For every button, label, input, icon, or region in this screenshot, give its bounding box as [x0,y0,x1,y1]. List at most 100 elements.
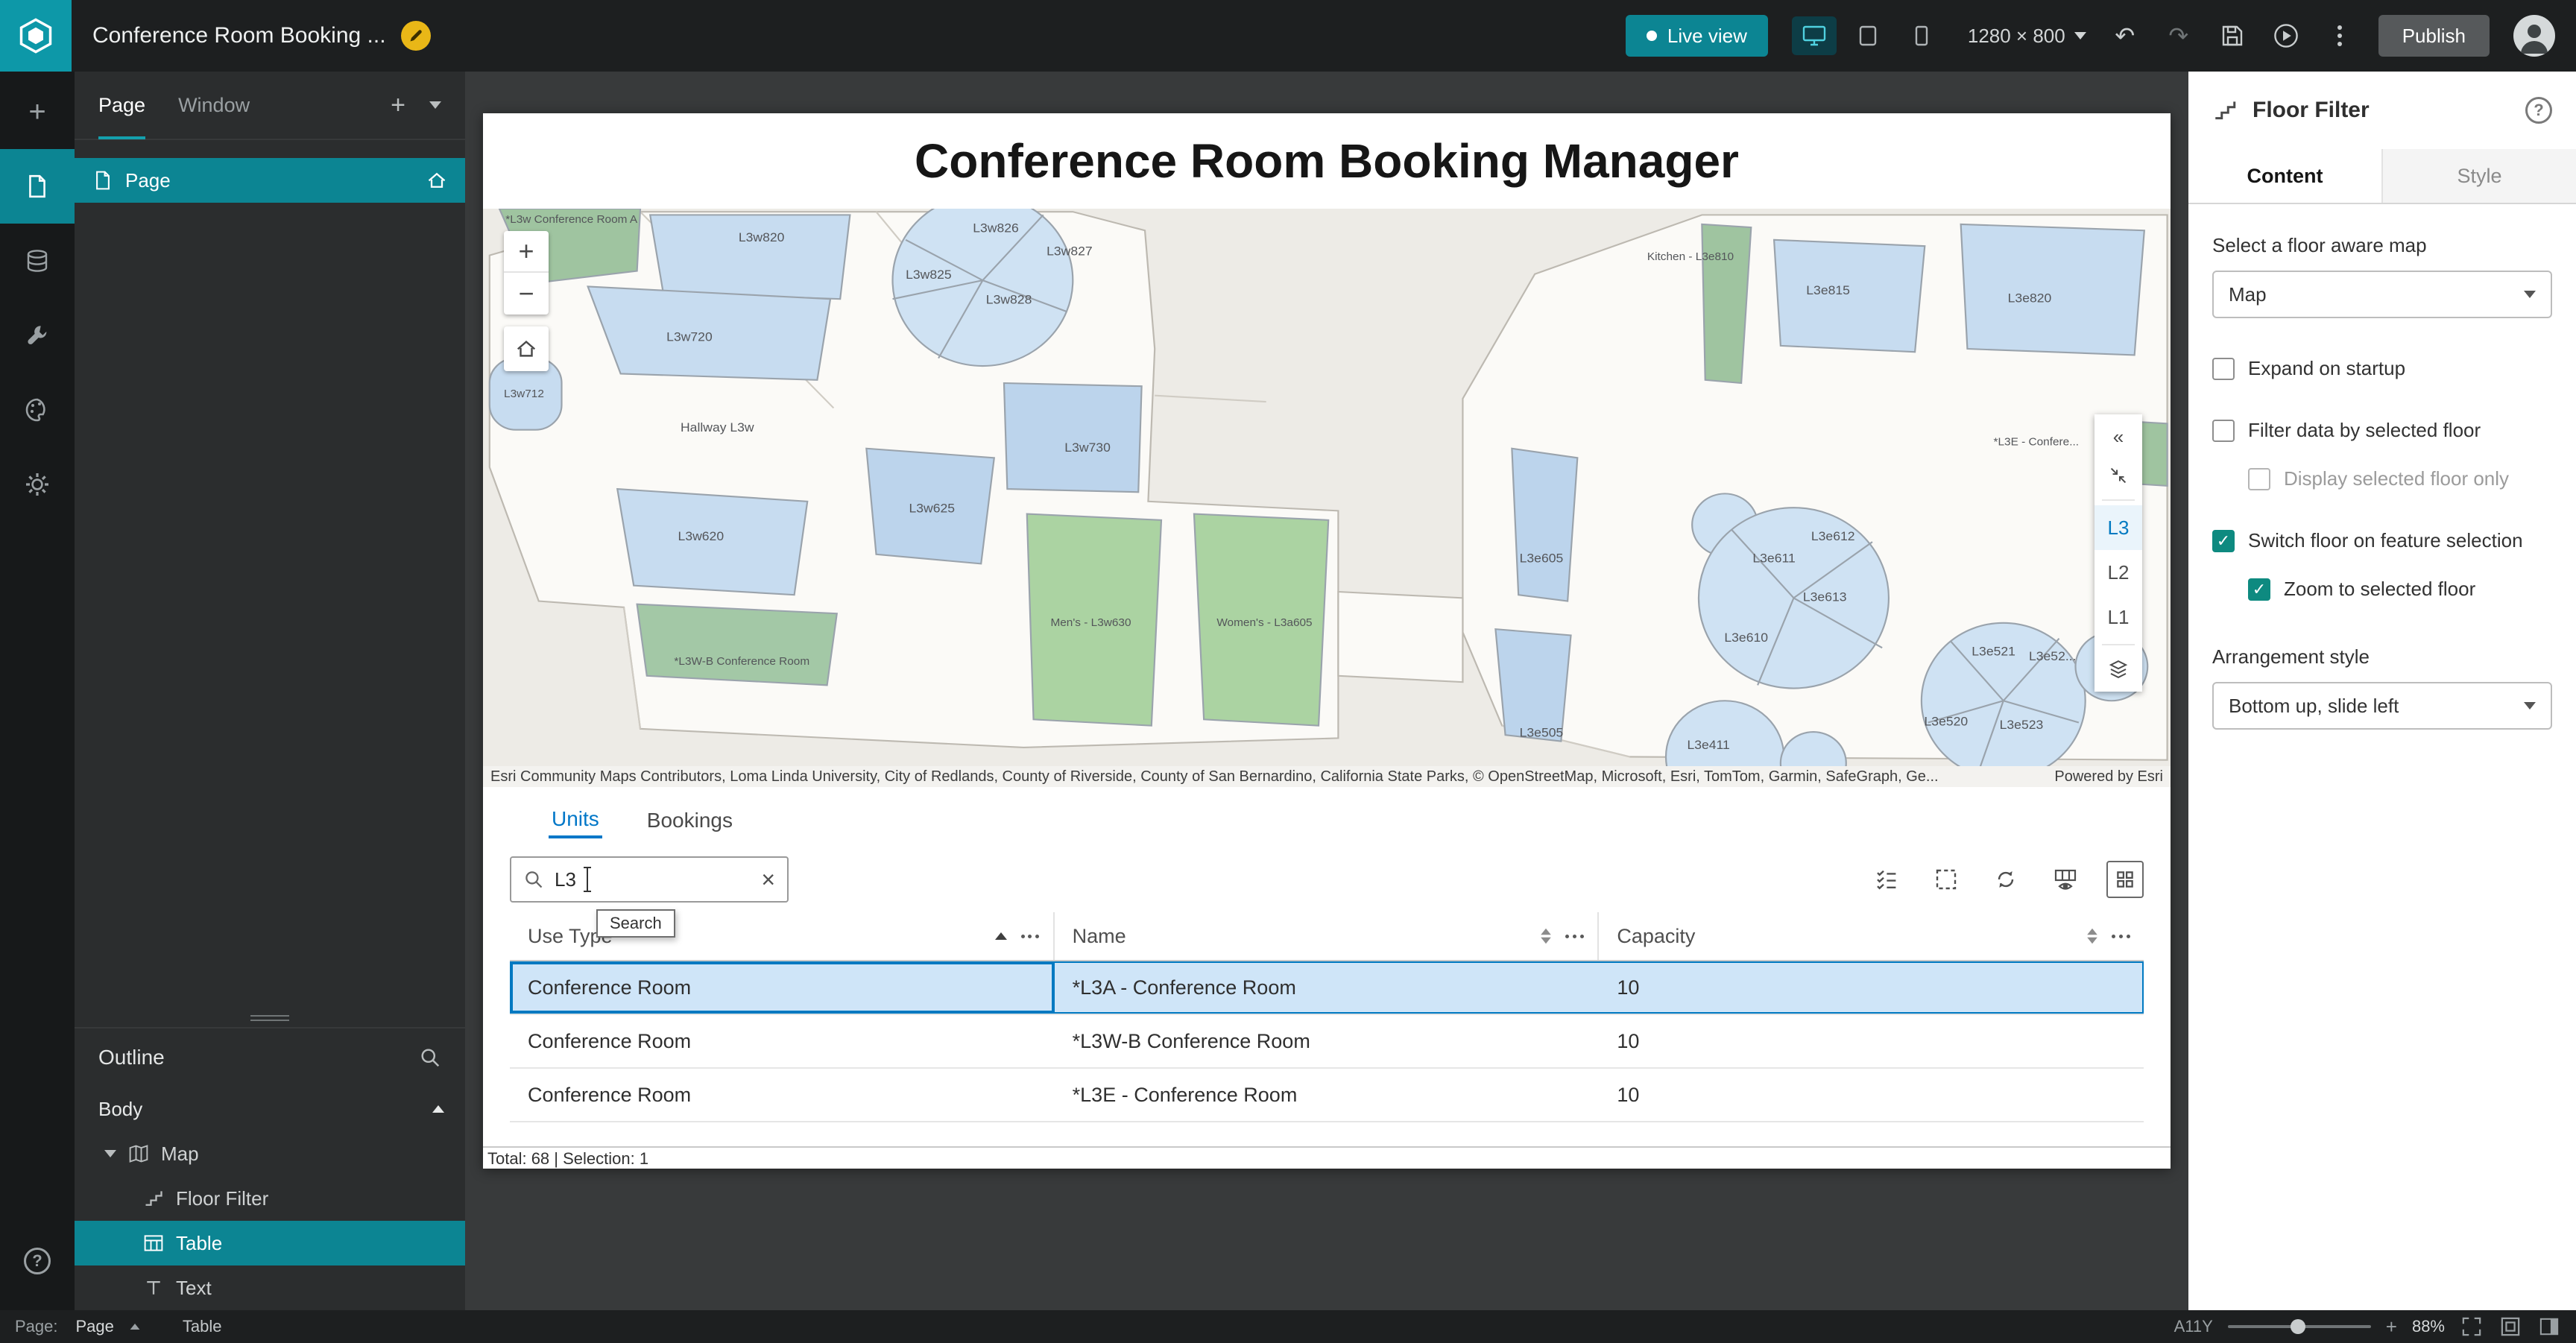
chevron-up-icon[interactable] [130,1324,139,1330]
redo-icon[interactable]: ↷ [2164,21,2194,51]
tab-window[interactable]: Window [178,71,250,139]
outline-item-table[interactable]: Table [75,1221,465,1265]
search-icon[interactable] [419,1046,441,1069]
select-by-rectangle-icon[interactable] [1928,861,1965,898]
floor-button-l2[interactable]: L2 [2094,550,2142,595]
app-logo-icon[interactable] [0,0,72,72]
sort-ascending-icon[interactable] [995,932,1007,940]
collapse-panel-icon[interactable]: « [2094,417,2142,456]
tab-style[interactable]: Style [2381,149,2576,203]
table-cell[interactable]: 10 [1599,1015,2144,1067]
column-header-capacity[interactable]: Capacity [1599,912,2144,960]
chevron-down-icon[interactable] [104,1150,116,1157]
tab-content[interactable]: Content [2188,149,2381,203]
checkbox-filter-data-by-selected-floor[interactable]: Filter data by selected floor [2212,419,2552,442]
outline-item-map[interactable]: Map [75,1131,465,1176]
chevron-down-icon[interactable] [429,101,441,109]
checkbox-switch-floor-on-feature-selection[interactable]: ✓Switch floor on feature selection [2212,529,2552,552]
clear-search-icon[interactable]: × [761,868,775,891]
table-cell[interactable]: 10 [1599,1069,2144,1121]
page-panel-button[interactable] [0,149,75,224]
table-cell[interactable]: *L3W-B Conference Room [1055,1015,1600,1067]
tablet-device-icon[interactable] [1846,16,1890,55]
fit-to-screen-icon[interactable] [2460,1315,2484,1339]
theme-panel-button[interactable] [0,373,75,447]
checkbox-display-selected-floor-only[interactable]: Display selected floor only [2248,467,2552,490]
desktop-device-icon[interactable] [1792,16,1837,55]
viewport-size-dropdown[interactable]: 1280 × 800 [1968,25,2086,48]
powered-by-esri[interactable]: Powered by Esri [2054,768,2163,786]
floor-button-l3[interactable]: L3 [2094,505,2142,550]
add-page-icon[interactable]: + [391,92,405,118]
map-widget[interactable]: *L3w Conference Room AL3w820L3w825L3w826… [483,209,2171,787]
sort-icon[interactable] [1541,929,1551,944]
column-menu-icon[interactable] [2110,935,2132,938]
zoom-in-icon[interactable]: + [2386,1315,2397,1339]
checkbox-unchecked-icon [2248,468,2270,490]
panel-resize-handle[interactable] [75,1009,465,1027]
outline-item-body[interactable]: Body [75,1087,465,1131]
table-cell[interactable]: 10 [1599,961,2144,1014]
table-cell[interactable]: *L3A - Conference Room [1055,961,1600,1014]
svg-text:L3e820: L3e820 [2008,291,2052,305]
user-avatar[interactable] [2513,15,2555,57]
shrink-arrows-icon[interactable] [2094,456,2142,495]
search-input[interactable]: L3 × [510,856,789,903]
actual-size-icon[interactable] [2498,1315,2522,1339]
zoom-in-button[interactable]: + [504,231,549,273]
tab-units[interactable]: Units [549,803,602,838]
zoom-slider[interactable] [2228,1325,2371,1328]
chevron-up-icon[interactable] [432,1105,444,1113]
arrangement-select[interactable]: Bottom up, slide left [2212,682,2552,730]
active-widget-breadcrumb[interactable]: Table [183,1317,222,1336]
page-breadcrumb-value[interactable]: Page [76,1317,114,1336]
zoom-out-button[interactable]: − [504,273,549,315]
column-menu-icon[interactable] [1019,935,1041,938]
table-cell[interactable]: *L3E - Conference Room [1055,1069,1600,1121]
table-cell[interactable]: Conference Room [510,1015,1055,1067]
preview-play-icon[interactable] [2271,21,2301,51]
outline-item-text[interactable]: Text [75,1265,465,1310]
show-selection-icon[interactable] [1868,861,1905,898]
sort-icon[interactable] [2087,929,2097,944]
column-menu-icon[interactable] [1564,935,1585,938]
show-hide-columns-icon[interactable] [2047,861,2084,898]
a11y-label[interactable]: A11Y [2174,1317,2213,1336]
column-header-name[interactable]: Name [1055,912,1600,960]
zoom-slider-handle[interactable] [2291,1319,2305,1334]
column-header-use-type[interactable]: Use Type [510,912,1055,960]
tab-bookings[interactable]: Bookings [644,804,736,837]
insert-widget-button[interactable]: + [0,75,75,149]
page-list-item[interactable]: Page [75,158,465,203]
checkbox-expand-on-startup[interactable]: Expand on startup [2212,357,2552,380]
levels-layers-icon[interactable] [2094,650,2142,689]
floor-plan-svg[interactable]: *L3w Conference Room AL3w820L3w825L3w826… [483,209,2171,766]
more-options-icon[interactable] [2325,21,2355,51]
help-button[interactable]: ? [0,1224,75,1298]
toggle-right-panel-icon[interactable] [2537,1315,2561,1339]
checkbox-zoom-to-selected-floor[interactable]: ✓Zoom to selected floor [2248,578,2552,601]
undo-icon[interactable]: ↶ [2110,21,2140,51]
table-row[interactable]: Conference Room*L3W-B Conference Room10 [510,1015,2144,1069]
table-cell[interactable]: Conference Room [510,1069,1055,1121]
map-home-button[interactable] [504,326,549,371]
phone-device-icon[interactable] [1899,16,1944,55]
refresh-icon[interactable] [1987,861,2024,898]
map-select[interactable]: Map [2212,271,2552,318]
zoom-level[interactable]: 88% [2412,1317,2445,1336]
table-row[interactable]: Conference Room*L3A - Conference Room10 [510,961,2144,1015]
settings-panel-button[interactable] [0,447,75,522]
live-view-button[interactable]: Live view [1626,15,1768,57]
outline-item-floor-filter[interactable]: Floor Filter [75,1176,465,1221]
table-actions-grid-icon[interactable] [2106,861,2144,898]
tab-page[interactable]: Page [98,71,145,139]
table-cell[interactable]: Conference Room [510,961,1055,1014]
edit-title-pencil-icon[interactable] [401,21,431,51]
tools-panel-button[interactable] [0,298,75,373]
floor-button-l1[interactable]: L1 [2094,595,2142,639]
save-icon[interactable] [2217,21,2247,51]
data-panel-button[interactable] [0,224,75,298]
table-row[interactable]: Conference Room*L3E - Conference Room10 [510,1069,2144,1122]
publish-button[interactable]: Publish [2378,15,2490,57]
help-icon[interactable]: ? [2525,97,2552,124]
